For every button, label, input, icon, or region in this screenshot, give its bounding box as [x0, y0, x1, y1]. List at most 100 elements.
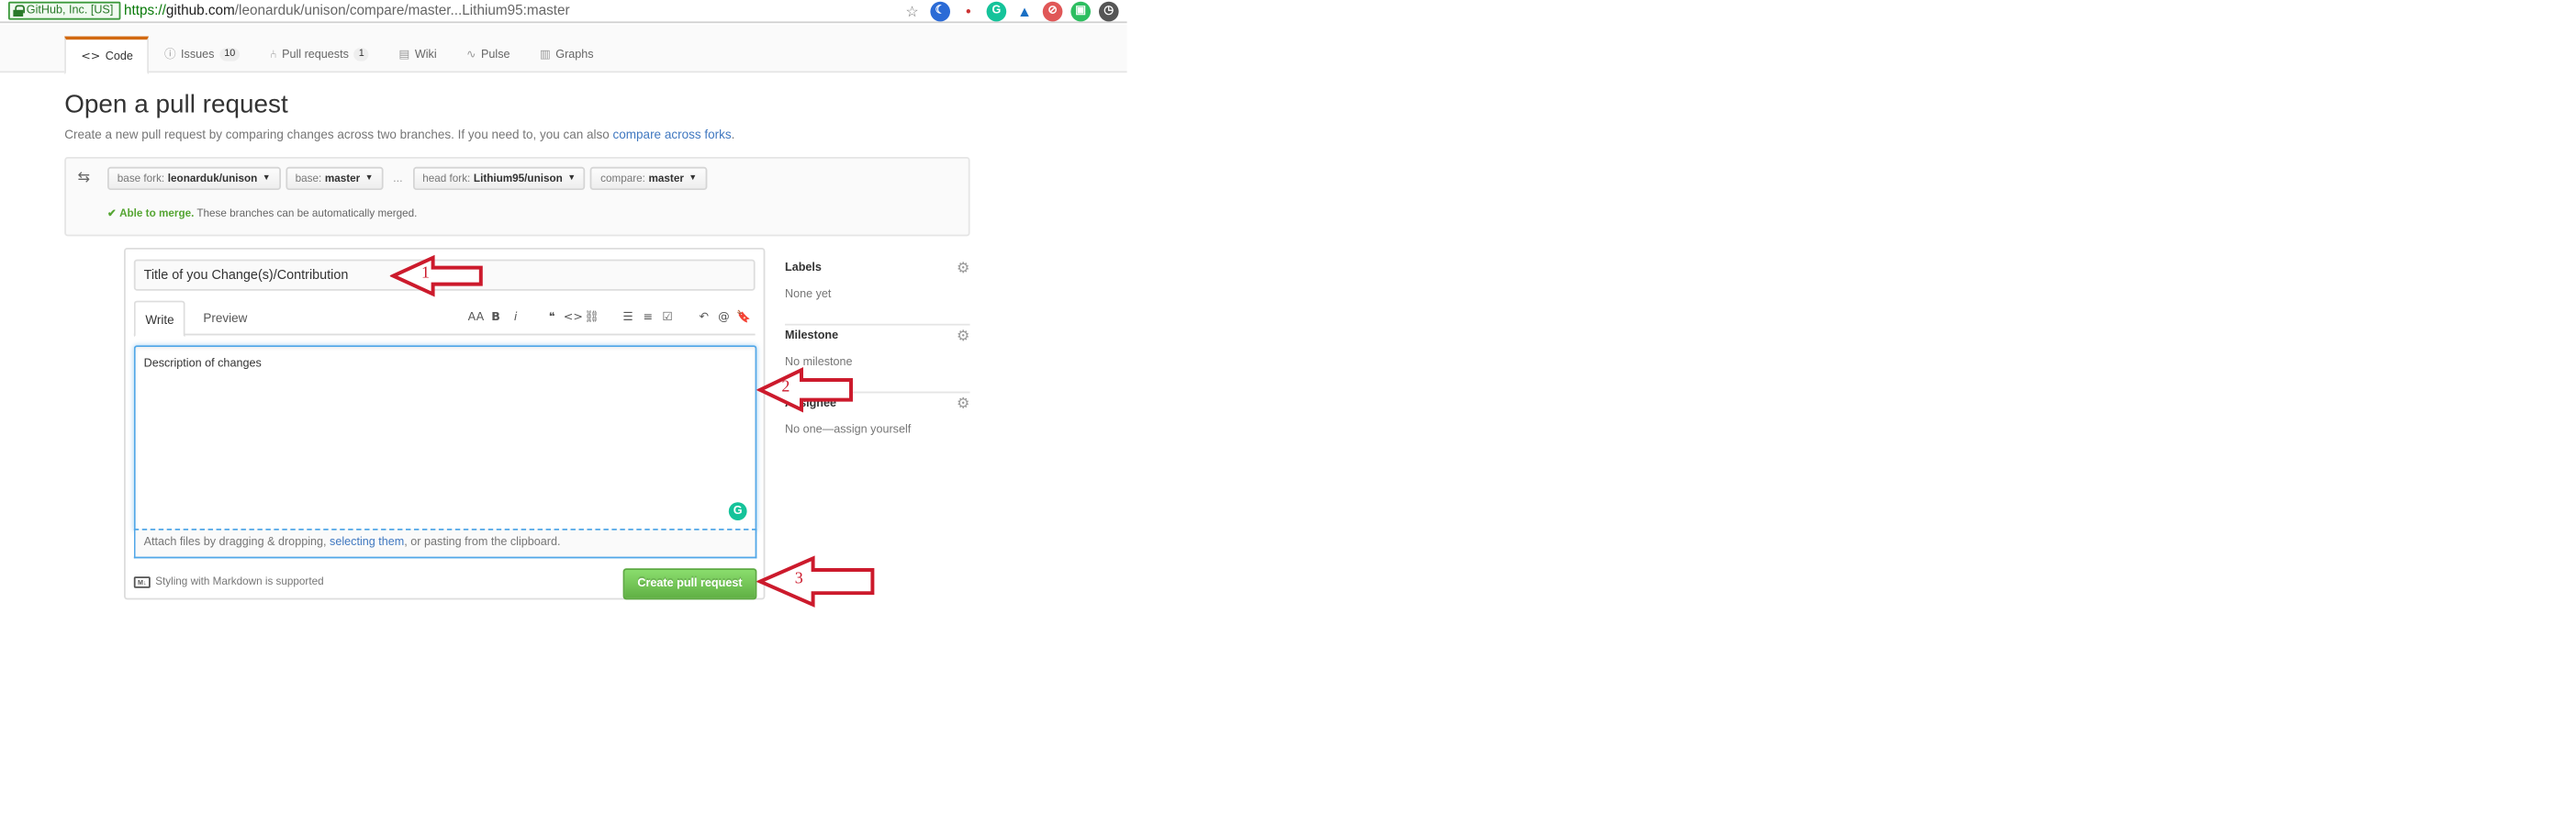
page-title: Open a pull request: [64, 91, 288, 119]
star-icon[interactable]: ☆: [902, 2, 923, 22]
compare-branch-select[interactable]: compare: master ▼: [590, 166, 708, 190]
mention-icon[interactable]: @: [715, 310, 732, 323]
bell-icon[interactable]: ▲: [1014, 2, 1035, 22]
gear-icon[interactable]: ⚙: [957, 329, 970, 345]
tab-code[interactable]: <> Code: [64, 36, 150, 74]
pin-icon[interactable]: •: [958, 2, 979, 22]
grammarly-ext-icon[interactable]: G: [986, 1, 1007, 22]
subtitle-end: .: [731, 127, 735, 142]
check-icon: ✔: [107, 207, 117, 220]
pr-icon: ⑃: [270, 48, 277, 61]
git-compare-icon[interactable]: ⇆: [78, 170, 91, 186]
tab-write[interactable]: Write: [133, 300, 186, 338]
branch-selectors: base fork: leonarduk/unison ▼ base: mast…: [107, 166, 708, 190]
select-files-link[interactable]: selecting them: [330, 537, 404, 549]
drop-text-2: , or pasting from the clipboard.: [404, 537, 561, 549]
italic-icon[interactable]: i: [508, 310, 524, 323]
file-drop-bar[interactable]: Attach files by dragging & dropping, sel…: [133, 529, 757, 559]
tab-preview[interactable]: Preview: [194, 301, 258, 336]
annotation-number-3: 3: [794, 570, 803, 588]
pr-description-textarea[interactable]: Description of changes G: [133, 345, 757, 530]
lock-icon: [13, 5, 25, 17]
task-list-icon[interactable]: ☑: [659, 310, 676, 323]
tab-issues[interactable]: ⓘ Issues 10: [150, 37, 255, 73]
assignee-value: No one—assign yourself: [785, 424, 912, 437]
extension-icons: ☆ ☾ • G ▲ ⊘ ▣ ◷: [902, 1, 1119, 22]
base-fork-select[interactable]: base fork: leonarduk/unison ▼: [107, 166, 281, 190]
markdown-tip-text: Styling with Markdown is supported: [155, 576, 324, 588]
page-subtitle: Create a new pull request by comparing c…: [64, 128, 734, 142]
pulse-icon: ∿: [466, 48, 476, 61]
grammarly-icon[interactable]: G: [728, 502, 747, 520]
tab-label: Graphs: [555, 49, 594, 61]
labels-value: None yet: [785, 289, 832, 301]
base-branch-select[interactable]: base: master ▼: [285, 166, 384, 190]
editor-tabnav: Write Preview AA B i ❝ <> ⛓ ☰ ≡ ☑ ↶ @ 🔖: [133, 300, 756, 338]
chevron-down-icon: ▼: [364, 173, 374, 184]
base-fork-label: base fork:: [117, 173, 165, 184]
tab-label: Pull requests: [282, 49, 349, 61]
graph-icon: ▥: [539, 48, 551, 61]
compare-label: compare:: [600, 173, 645, 184]
quote-icon[interactable]: ❝: [543, 310, 560, 323]
ordered-list-icon[interactable]: ≡: [640, 310, 656, 323]
secure-badge[interactable]: GitHub, Inc. [US]: [8, 1, 120, 20]
bookmark-icon[interactable]: 🔖: [735, 310, 752, 323]
compare-across-forks-link[interactable]: compare across forks: [613, 128, 732, 142]
merge-status: ✔ Able to merge. These branches can be a…: [107, 206, 417, 220]
tab-pulse[interactable]: ∿ Pulse: [452, 37, 525, 73]
block-icon[interactable]: ⊘: [1042, 1, 1063, 22]
gear-icon[interactable]: ⚙: [957, 396, 970, 413]
annotation-number-1: 1: [421, 264, 430, 283]
head-fork-value: Lithium95/unison: [473, 173, 563, 184]
base-value: master: [324, 173, 361, 184]
markdown-toolbar: AA B i ❝ <> ⛓ ☰ ≡ ☑ ↶ @ 🔖: [467, 310, 752, 323]
annotation-arrow-2: 2: [756, 367, 856, 413]
moon-icon[interactable]: ☾: [930, 1, 950, 22]
code-icon[interactable]: <>: [564, 310, 583, 323]
url-text[interactable]: https://github.com/leonarduk/unison/comp…: [124, 2, 570, 20]
labels-section[interactable]: Labels ⚙ None yet: [785, 260, 970, 326]
drop-text-1: Attach files by dragging & dropping,: [143, 537, 330, 549]
merge-ok-text: Able to merge.: [119, 207, 195, 220]
tab-label: Pulse: [481, 49, 510, 61]
bold-icon[interactable]: B: [487, 310, 504, 323]
head-fork-label: head fork:: [422, 173, 471, 184]
tab-label: Issues: [181, 49, 215, 61]
tab-label: Wiki: [414, 49, 437, 61]
description-value: Description of changes: [143, 358, 262, 371]
markdown-tip[interactable]: M↓ Styling with Markdown is supported: [133, 576, 324, 588]
header-text-icon[interactable]: AA: [467, 310, 485, 323]
annotation-arrow-3: 3: [756, 555, 876, 608]
secure-label: GitHub, Inc. [US]: [26, 4, 114, 17]
create-pull-request-button[interactable]: Create pull request: [622, 568, 757, 600]
repo-nav-tabs: <> Code ⓘ Issues 10 ⑃ Pull requests 1 ▤ …: [64, 36, 609, 74]
pr-counter: 1: [353, 48, 370, 61]
book-icon: ▤: [398, 48, 410, 61]
url-host: github.com: [165, 1, 235, 18]
annotation-arrow-1: 1: [389, 254, 486, 297]
issues-counter: 10: [218, 48, 241, 61]
markdown-icon: M↓: [133, 576, 151, 588]
link-icon[interactable]: ⛓: [583, 310, 599, 323]
tab-wiki[interactable]: ▤ Wiki: [384, 37, 452, 73]
annotation-number-2: 2: [781, 378, 790, 396]
evernote-icon[interactable]: ▣: [1070, 1, 1091, 22]
clock-icon[interactable]: ◷: [1099, 1, 1119, 22]
url-scheme: https://: [124, 1, 166, 18]
compare-value: master: [648, 173, 684, 184]
code-icon: <>: [81, 50, 101, 63]
tab-pull-requests[interactable]: ⑃ Pull requests 1: [255, 37, 384, 73]
issue-icon: ⓘ: [164, 48, 176, 61]
unordered-list-icon[interactable]: ☰: [620, 310, 636, 323]
reply-icon[interactable]: ↶: [696, 310, 712, 323]
subtitle-text: Create a new pull request by comparing c…: [64, 127, 613, 142]
gear-icon[interactable]: ⚙: [957, 261, 970, 277]
tab-graphs[interactable]: ▥ Graphs: [525, 37, 609, 73]
base-label: base:: [295, 173, 322, 184]
url-path: /leonarduk/unison/compare/master...Lithi…: [234, 1, 570, 18]
head-fork-select[interactable]: head fork: Lithium95/unison ▼: [412, 166, 586, 190]
browser-url-bar[interactable]: GitHub, Inc. [US] https://github.com/leo…: [0, 0, 1127, 24]
chevron-down-icon: ▼: [689, 173, 698, 184]
labels-heading: Labels: [785, 262, 822, 274]
